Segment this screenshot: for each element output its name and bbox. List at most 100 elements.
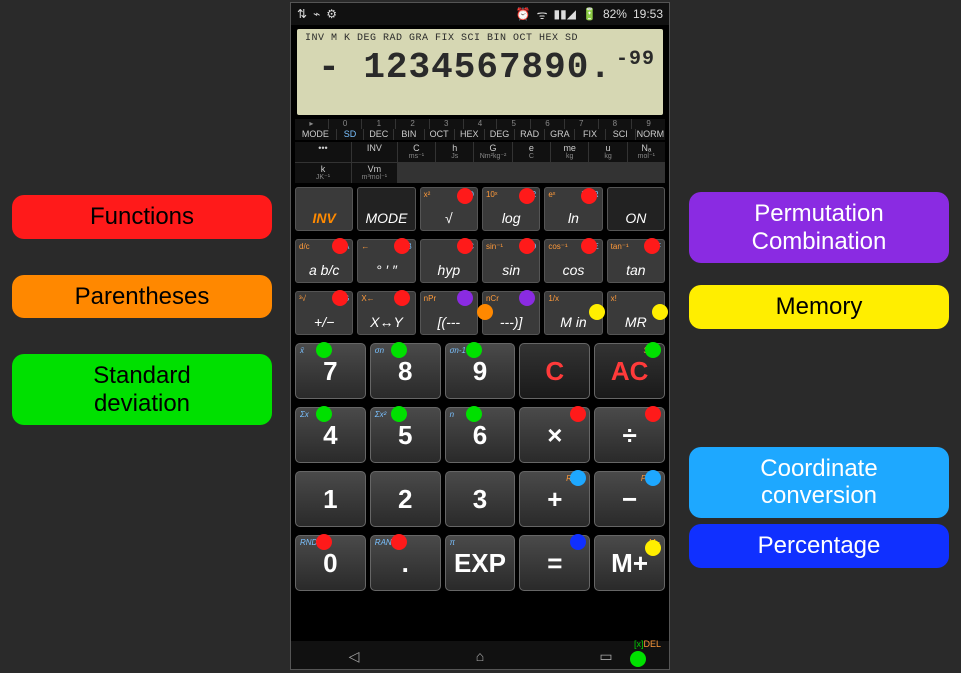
key-m+[interactable]: M−M+ <box>594 535 665 591</box>
key-abc[interactable]: d/cAa b/c <box>295 239 353 283</box>
key-sin[interactable]: sin⁻¹Dsin <box>482 239 540 283</box>
key-tan[interactable]: tan⁻¹Ftan <box>607 239 665 283</box>
key-0[interactable]: RND0 <box>295 535 366 591</box>
mode-hdr-11: 9 <box>632 119 665 129</box>
bulb-icon: ⌁ <box>313 7 320 21</box>
key-[interactable]: ←B° ′ ″ <box>357 239 415 283</box>
const-2[interactable]: Cms⁻¹ <box>398 142 435 162</box>
key-hyp[interactable]: Chyp <box>420 239 478 283</box>
const-5[interactable]: eC <box>513 142 550 162</box>
mode-bin[interactable]: BIN <box>394 129 423 140</box>
phone-frame: ⇅ ⌁ ⚙ ⏰ ᯤ ▮▮◢ 🔋 82% 19:53 INV M K DEG RA… <box>290 2 670 670</box>
key-[interactable]: ³√NEG+/− <box>295 291 353 335</box>
key-[interactable]: x²AND√ <box>420 187 478 231</box>
key-×[interactable]: xʸ× <box>519 407 590 463</box>
dot-green-brow1-0 <box>316 342 332 358</box>
dot-red-srow1-4 <box>581 188 597 204</box>
mode-mode[interactable]: MODE <box>295 129 336 140</box>
dot-red-srow2-2 <box>457 238 473 254</box>
mode-sci[interactable]: SCI <box>606 129 635 140</box>
mode-oct[interactable]: OCT <box>425 129 454 140</box>
mode-label-row[interactable]: MODESDDECBINOCTHEXDEGRADGRAFIXSCINORM <box>295 129 665 140</box>
key-5[interactable]: Σx²5 <box>370 407 441 463</box>
dot-purple-srow3-2 <box>457 290 473 306</box>
mode-hex[interactable]: HEX <box>455 129 484 140</box>
const-7[interactable]: ukg <box>589 142 626 162</box>
legend-permutation: Permutation Combination <box>689 192 949 263</box>
key-mr[interactable]: x!MR <box>607 291 665 335</box>
key-ln[interactable]: eˣXORln <box>544 187 602 231</box>
func-row-3: ³√NEG+/−X←X↔YnPr[(---nCr---)]1/xM inx!MR <box>295 291 665 335</box>
gear-icon: ⚙ <box>326 7 337 21</box>
key-1[interactable]: 1 <box>295 471 366 527</box>
dot-orange-srow3-2 <box>477 304 493 320</box>
const-10[interactable]: Vmm³mol⁻¹ <box>352 163 397 183</box>
alarm-icon: ⏰ <box>516 7 531 21</box>
key-inv[interactable]: INV <box>295 187 353 231</box>
mode-deg[interactable]: DEG <box>485 129 514 140</box>
mode-hdr-2: 0 <box>329 119 362 129</box>
mode-norm[interactable]: NORM <box>636 129 665 140</box>
legend-left: Functions Parentheses Standard deviation <box>12 195 272 425</box>
mode-rad[interactable]: RAD <box>515 129 544 140</box>
key-8[interactable]: σn8 <box>370 343 441 399</box>
const-6[interactable]: mekg <box>551 142 588 162</box>
key-log[interactable]: 10ˣORlog <box>482 187 540 231</box>
key-xy[interactable]: X←X↔Y <box>357 291 415 335</box>
const-3[interactable]: hJs <box>436 142 473 162</box>
xdel-label[interactable]: [x]DEL <box>634 639 661 649</box>
mode-sd[interactable]: SD <box>337 129 363 140</box>
key-7[interactable]: x̄7 <box>295 343 366 399</box>
key-exp[interactable]: πEXP <box>445 535 516 591</box>
recent-icon[interactable]: ▭ <box>597 648 615 662</box>
key-=[interactable]: %= <box>519 535 590 591</box>
key-3[interactable]: 3 <box>445 471 516 527</box>
const-1[interactable]: INV <box>352 142 397 162</box>
key-c[interactable]: C <box>519 343 590 399</box>
legend-right: Permutation Combination Memory Coordinat… <box>689 192 949 568</box>
dot-green-brow1-4 <box>645 342 661 358</box>
dot-red-srow3-0 <box>332 290 348 306</box>
home-icon[interactable]: ⌂ <box>471 648 489 662</box>
dot-red-srow2-5 <box>644 238 660 254</box>
key-+[interactable]: R→P+ <box>519 471 590 527</box>
key-mode[interactable]: MODE <box>357 187 415 231</box>
mode-hdr-10: 8 <box>599 119 632 129</box>
mode-fix[interactable]: FIX <box>575 129 604 140</box>
mode-hdr-6: 4 <box>464 119 497 129</box>
mode-header-row: ▸0123456789 <box>295 119 665 129</box>
key-−[interactable]: P→R− <box>594 471 665 527</box>
back-icon[interactable]: ◁ <box>345 648 363 662</box>
dot-yellow-srow3-5 <box>652 304 668 320</box>
mode-hdr-3: 1 <box>362 119 395 129</box>
const-9[interactable]: kJK⁻¹ <box>295 163 351 183</box>
mode-hdr-7: 5 <box>497 119 530 129</box>
mode-dec[interactable]: DEC <box>364 129 393 140</box>
const-row[interactable]: •••INVCms⁻¹hJsGNm²kg⁻²eCmekgukgNₐmol⁻¹ kJ… <box>295 142 665 183</box>
key-9[interactable]: σn-19 <box>445 343 516 399</box>
android-navbar[interactable]: ◁ ⌂ ▭ <box>291 641 669 669</box>
num-row-1: x̄7σn8σn-19CSACAC <box>295 343 665 399</box>
key-[interactable]: nPr[(--- <box>420 291 478 335</box>
clock: 19:53 <box>633 7 663 21</box>
usb-icon: ⇅ <box>297 7 307 21</box>
key-ac[interactable]: SACAC <box>594 343 665 399</box>
legend-functions: Functions <box>12 195 272 239</box>
key-dot[interactable]: RAN#. <box>370 535 441 591</box>
key-on[interactable]: ON <box>607 187 665 231</box>
dot-purple-srow3-3 <box>519 290 535 306</box>
const-4[interactable]: GNm²kg⁻² <box>474 142 511 162</box>
key-cos[interactable]: cos⁻¹Ecos <box>544 239 602 283</box>
key-4[interactable]: Σx4 <box>295 407 366 463</box>
dot-red-brow2-3 <box>570 406 586 422</box>
dot-green-brow2-1 <box>391 406 407 422</box>
key-6[interactable]: n6 <box>445 407 516 463</box>
mode-gra[interactable]: GRA <box>545 129 574 140</box>
key-min[interactable]: 1/xM in <box>544 291 602 335</box>
const-8[interactable]: Nₐmol⁻¹ <box>628 142 665 162</box>
key-÷[interactable]: x¹/ʸ÷ <box>594 407 665 463</box>
const-0[interactable]: ••• <box>295 142 351 162</box>
dot-green-brow1-2 <box>466 342 482 358</box>
key-2[interactable]: 2 <box>370 471 441 527</box>
dot-red-srow3-1 <box>394 290 410 306</box>
